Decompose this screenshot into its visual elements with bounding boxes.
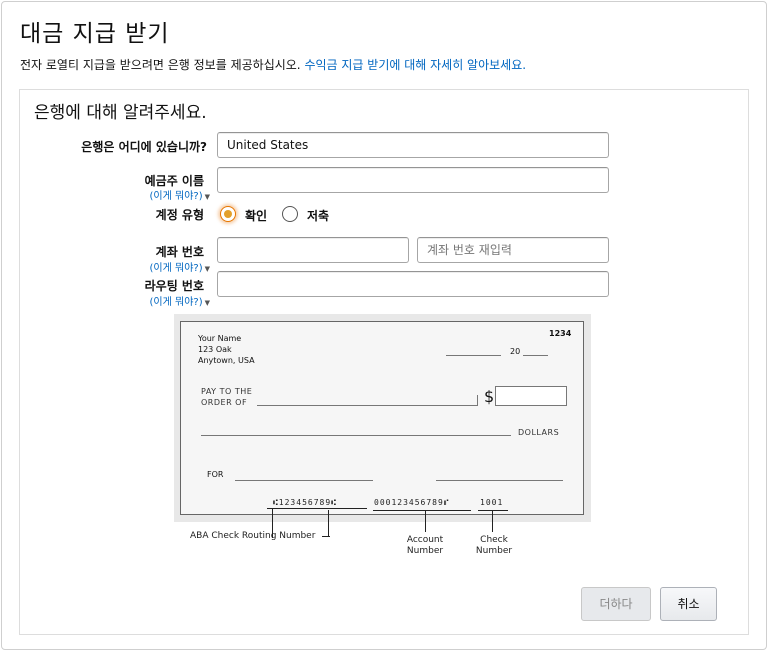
add-button[interactable]: 더하다 bbox=[581, 587, 651, 621]
account-number-help[interactable]: (이게 뭐야?) ▼ bbox=[150, 259, 210, 274]
bank-info-panel: 은행에 대해 알려주세요. 은행은 어디에 있습니까? United State… bbox=[19, 89, 749, 635]
memo-line bbox=[235, 480, 373, 481]
payee-line-end bbox=[477, 395, 478, 405]
check-for: FOR bbox=[207, 470, 224, 479]
check-street: 123 Oak bbox=[198, 345, 232, 354]
radio-checking[interactable] bbox=[220, 206, 236, 222]
account-type-label: 계정 유형 bbox=[155, 208, 204, 222]
pay-to-line2: ORDER OF bbox=[201, 398, 248, 407]
check-date-prefix: 20 bbox=[510, 347, 521, 356]
check-city: Anytown, USA bbox=[198, 356, 255, 365]
bank-location-label: 은행은 어디에 있습니까? bbox=[81, 140, 207, 154]
routing-bracket bbox=[267, 508, 367, 509]
cancel-button[interactable]: 취소 bbox=[660, 587, 717, 621]
check-dollars: DOLLARS bbox=[518, 428, 560, 437]
ann-check-line2: Number bbox=[475, 546, 513, 556]
routing-number-input[interactable] bbox=[217, 271, 609, 297]
section-title: 은행에 대해 알려주세요. bbox=[34, 103, 207, 123]
ann-account-line2: Number bbox=[406, 546, 444, 556]
account-bracket bbox=[373, 510, 471, 511]
account-pointer-line bbox=[425, 510, 426, 532]
ann-routing: ABA Check Routing Number bbox=[190, 531, 316, 541]
sample-check: Your Name 123 Oak Anytown, USA 1234 20 P… bbox=[180, 321, 584, 515]
ann-account-line1: Account bbox=[406, 535, 444, 545]
dollar-sign: $ bbox=[484, 387, 495, 406]
sample-check-image: Your Name 123 Oak Anytown, USA 1234 20 P… bbox=[174, 314, 591, 522]
page-subtitle: 전자 로열티 지급을 받으려면 은행 정보를 제공하십시오. 수익금 지급 받기… bbox=[20, 56, 526, 73]
account-holder-help[interactable]: (이게 뭐야?) ▼ bbox=[150, 187, 210, 202]
ann-account: Account Number bbox=[397, 535, 453, 557]
ann-check-line1: Check bbox=[480, 535, 508, 545]
subtitle-text: 전자 로열티 지급을 받으려면 은행 정보를 제공하십시오. bbox=[20, 58, 301, 72]
ann-check: Check Number bbox=[466, 535, 522, 557]
micr-account: 000123456789⑈ bbox=[374, 498, 450, 507]
bank-location-input[interactable]: United States bbox=[217, 132, 609, 158]
check-number: 1234 bbox=[549, 329, 572, 338]
micr-check: 1001 bbox=[480, 498, 504, 507]
amount-words-line bbox=[201, 435, 511, 436]
amount-box bbox=[495, 386, 567, 406]
check-name: Your Name bbox=[198, 334, 242, 343]
micr-routing: ⑆123456789⑆ bbox=[273, 498, 337, 507]
caret-down-icon: ▼ bbox=[204, 193, 210, 201]
learn-more-link[interactable]: 수익금 지급 받기에 대해 자세히 알아보세요. bbox=[304, 58, 526, 72]
account-number-help-text[interactable]: (이게 뭐야?) bbox=[150, 263, 203, 274]
payee-line bbox=[257, 405, 478, 406]
account-holder-input[interactable] bbox=[217, 167, 609, 193]
date-line bbox=[446, 355, 501, 356]
page-title: 대금 지급 받기 bbox=[20, 21, 170, 47]
check-pointer-line bbox=[492, 510, 493, 532]
account-number-reenter-input[interactable]: 계좌 번호 재입력 bbox=[417, 237, 609, 263]
date-line-2 bbox=[523, 355, 548, 356]
account-holder-help-text[interactable]: (이게 뭐야?) bbox=[150, 191, 203, 202]
radio-checking-label[interactable]: 확인 bbox=[245, 207, 267, 224]
routing-number-help[interactable]: (이게 뭐야?) ▼ bbox=[150, 293, 210, 308]
routing-number-label: 라우팅 번호 bbox=[144, 279, 204, 293]
check-bracket bbox=[478, 510, 508, 511]
pay-to-line1: PAY TO THE bbox=[201, 387, 253, 396]
caret-down-icon: ▼ bbox=[204, 265, 210, 273]
signature-line bbox=[436, 480, 563, 481]
routing-number-help-text[interactable]: (이게 뭐야?) bbox=[150, 297, 203, 308]
radio-savings[interactable] bbox=[282, 206, 298, 222]
caret-down-icon: ▼ bbox=[204, 299, 210, 307]
account-number-label: 계좌 번호 bbox=[155, 245, 204, 259]
radio-savings-label[interactable]: 저축 bbox=[307, 207, 329, 224]
account-number-input[interactable] bbox=[217, 237, 409, 263]
routing-vertical bbox=[328, 510, 329, 537]
